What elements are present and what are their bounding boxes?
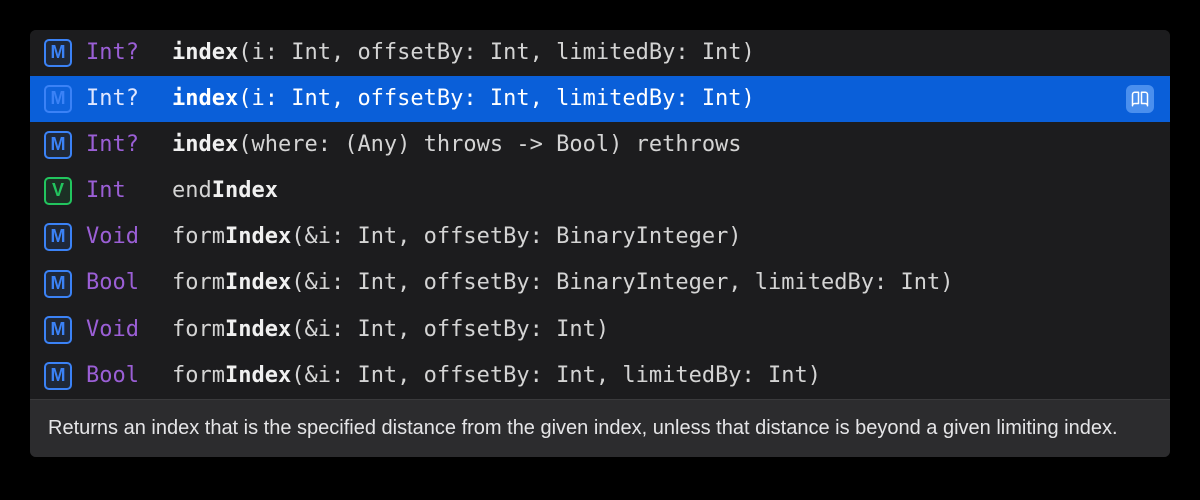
return-type: Int? — [86, 82, 158, 116]
signature-prefix: form — [172, 363, 225, 388]
return-type: Int? — [86, 36, 158, 70]
signature-match: index — [172, 40, 238, 65]
completion-signature: index(i: Int, offsetBy: Int, limitedBy: … — [172, 82, 1156, 116]
signature-match: index — [172, 86, 238, 111]
completion-row[interactable]: M Void formIndex(&i: Int, offsetBy: Int) — [30, 307, 1170, 353]
method-badge: M — [44, 316, 72, 344]
return-type: Bool — [86, 266, 158, 300]
completion-row[interactable]: M Void formIndex(&i: Int, offsetBy: Binary… — [30, 214, 1170, 260]
signature-prefix: end — [172, 178, 212, 203]
signature-prefix: form — [172, 224, 225, 249]
completion-signature: index(i: Int, offsetBy: Int, limitedBy: … — [172, 36, 1156, 70]
return-type: Void — [86, 313, 158, 347]
return-type: Int? — [86, 128, 158, 162]
return-type: Int — [86, 174, 158, 208]
signature-suffix: (&i: Int, offsetBy: BinaryInteger) — [291, 224, 741, 249]
completion-signature: endIndex — [172, 174, 1156, 208]
completion-signature: formIndex(&i: Int, offsetBy: Int, limite… — [172, 359, 1156, 393]
signature-suffix: (i: Int, offsetBy: Int, limitedBy: Int) — [238, 40, 755, 65]
signature-match: index — [172, 132, 238, 157]
signature-suffix: (i: Int, offsetBy: Int, limitedBy: Int) — [238, 86, 755, 111]
completion-row[interactable]: M Int? index(i: Int, offsetBy: Int, limite… — [30, 30, 1170, 76]
completion-signature: index(where: (Any) throws -> Bool) rethr… — [172, 128, 1156, 162]
completion-signature: formIndex(&i: Int, offsetBy: Int) — [172, 313, 1156, 347]
signature-suffix: (&i: Int, offsetBy: Int) — [291, 317, 609, 342]
completion-row[interactable]: M Bool formIndex(&i: Int, offsetBy: Int, l… — [30, 353, 1170, 399]
signature-match: Index — [225, 317, 291, 342]
signature-suffix: (&i: Int, offsetBy: BinaryInteger, limit… — [291, 270, 953, 295]
return-type: Bool — [86, 359, 158, 393]
signature-prefix: form — [172, 270, 225, 295]
code-completion-panel: MInt?index(i: Int, offsetBy: Int, limite… — [30, 30, 1170, 457]
method-badge: M — [44, 85, 72, 113]
completion-row[interactable]: M Int? index(where: (Any) throws -> Bool) … — [30, 122, 1170, 168]
variable-badge: V — [44, 177, 72, 205]
method-badge: M — [44, 131, 72, 159]
return-type: Void — [86, 220, 158, 254]
signature-suffix: (where: (Any) throws -> Bool) rethrows — [238, 132, 741, 157]
method-badge: M — [44, 223, 72, 251]
completion-row[interactable]: M Bool formIndex(&i: Int, offsetBy: Binary… — [30, 260, 1170, 306]
documentation-icon[interactable] — [1126, 85, 1154, 113]
method-badge: M — [44, 270, 72, 298]
signature-match: Index — [225, 270, 291, 295]
completion-list[interactable]: MInt?index(i: Int, offsetBy: Int, limite… — [30, 30, 1170, 399]
description-panel: Returns an index that is the specified d… — [30, 399, 1170, 457]
signature-suffix: (&i: Int, offsetBy: Int, limitedBy: Int) — [291, 363, 821, 388]
description-text: Returns an index that is the specified d… — [48, 417, 1118, 439]
method-badge: M — [44, 39, 72, 67]
signature-prefix: form — [172, 317, 225, 342]
signature-match: Index — [212, 178, 278, 203]
method-badge: M — [44, 362, 72, 390]
completion-signature: formIndex(&i: Int, offsetBy: BinaryInteg… — [172, 266, 1156, 300]
completion-signature: formIndex(&i: Int, offsetBy: BinaryInteg… — [172, 220, 1156, 254]
signature-match: Index — [225, 363, 291, 388]
signature-match: Index — [225, 224, 291, 249]
completion-row[interactable]: VIntendIndex — [30, 168, 1170, 214]
completion-row[interactable]: M Int? index(i: Int, offsetBy: Int, limite… — [30, 76, 1170, 122]
